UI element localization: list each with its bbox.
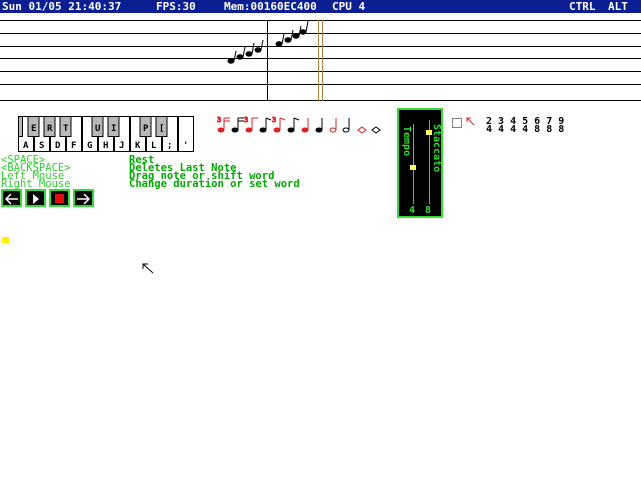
status-fps: FPS:30: [156, 0, 196, 13]
forward-arrow-icon: [77, 193, 91, 205]
tempo-label: Tempo: [401, 126, 412, 157]
half-note-icon: [342, 118, 350, 133]
white-key-label: ': [183, 141, 188, 151]
black-key-label: T: [63, 124, 69, 134]
whole-note-icon: [371, 126, 381, 134]
music-staff[interactable]: [0, 14, 641, 102]
white-key-label: S: [39, 141, 44, 151]
forward-button[interactable]: [73, 189, 94, 207]
tempo-staccato-panel: Tempo Staccato 4 8: [397, 108, 443, 218]
triplet-sixteenth-note-icon: 3: [217, 116, 230, 133]
sixteenth-note-icon: [231, 117, 244, 133]
white-key-label: H: [103, 141, 108, 151]
staff-notes-measure-1: [227, 39, 264, 64]
triplet-eighth-note-icon: 3: [244, 116, 258, 133]
quarter-note-icon: [315, 118, 323, 133]
time-signature-denominators[interactable]: 4 4 4 4 8 8 8: [486, 124, 564, 135]
white-key-label: L: [151, 141, 157, 151]
status-mem: Mem:00160EC400: [224, 0, 317, 13]
note-duration-palette[interactable]: 3 3 3: [216, 114, 386, 138]
play-button[interactable]: [25, 189, 46, 207]
mouse-pointer-icon: [142, 263, 154, 274]
white-key-label: D: [55, 141, 61, 151]
svg-text:3: 3: [217, 116, 221, 124]
dotted-quarter-note-icon: [329, 118, 337, 133]
status-datetime: Sun 01/05 21:40:37: [2, 0, 122, 13]
record-icon: [55, 194, 64, 203]
tempo-slider-thumb[interactable]: [410, 165, 416, 170]
quarter-note-red-icon: [301, 118, 309, 133]
dotted-eighth-note-icon: [287, 117, 300, 133]
select-box-icon: [452, 118, 462, 128]
black-key-partial[interactable]: [18, 116, 23, 137]
white-key-label: ;: [167, 141, 172, 151]
black-key-label: P: [143, 124, 149, 134]
selection-tools[interactable]: [451, 116, 479, 130]
black-key-label: [: [159, 124, 164, 134]
white-key-label: F: [71, 141, 76, 151]
white-key-label: J: [119, 141, 124, 151]
staccato-value: 8: [425, 205, 432, 216]
tempo-slider-track[interactable]: [413, 124, 414, 204]
white-key-label: A: [23, 141, 29, 151]
pointer-icon: [466, 117, 475, 126]
back-button[interactable]: [1, 189, 22, 207]
text-cursor: [2, 237, 9, 243]
status-ctrl: CTRL: [569, 0, 596, 13]
dotted-half-note-icon: [357, 126, 367, 134]
status-cpu: CPU 4: [332, 0, 366, 13]
back-arrow-icon: [4, 193, 18, 205]
status-alt: ALT: [608, 0, 628, 13]
svg-text:3: 3: [272, 116, 276, 124]
piano-keyboard[interactable]: A S D F G H J K L; ' E R T U I P [: [18, 116, 194, 152]
play-icon: [33, 194, 39, 204]
tempo-value: 4: [409, 205, 416, 216]
record-button[interactable]: [49, 189, 70, 207]
black-key-label: E: [31, 124, 36, 134]
status-bar: Sun 01/05 21:40:37 FPS:30 Mem:00160EC400…: [0, 0, 641, 13]
black-key-label: R: [47, 124, 53, 134]
white-key-label: G: [87, 141, 92, 151]
eighth-note-icon: [259, 117, 272, 133]
svg-text:3: 3: [244, 116, 248, 124]
staccato-label: Staccato: [431, 124, 442, 173]
triplet-quarter-note-icon: 3: [272, 116, 286, 133]
black-key-label: I: [111, 124, 116, 134]
black-key-label: U: [95, 124, 100, 134]
help-key-right-mouse: Right Mouse: [1, 178, 71, 190]
staccato-slider-thumb[interactable]: [426, 130, 432, 135]
help-desc-right-mouse: Change duration or set word: [129, 178, 300, 190]
white-key-label: K: [135, 141, 141, 151]
